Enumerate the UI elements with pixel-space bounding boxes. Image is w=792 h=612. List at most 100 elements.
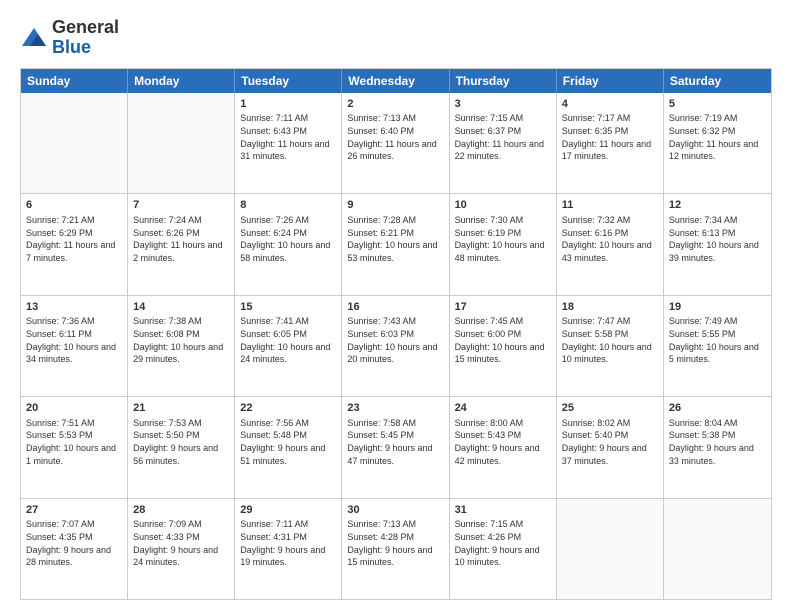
calendar-cell: 14Sunrise: 7:38 AM Sunset: 6:08 PM Dayli… [128, 296, 235, 396]
day-number: 9 [347, 198, 443, 213]
calendar-cell: 8Sunrise: 7:26 AM Sunset: 6:24 PM Daylig… [235, 194, 342, 294]
calendar-cell: 13Sunrise: 7:36 AM Sunset: 6:11 PM Dayli… [21, 296, 128, 396]
day-info: Sunrise: 7:43 AM Sunset: 6:03 PM Dayligh… [347, 315, 443, 365]
day-number: 13 [26, 300, 122, 315]
calendar-week-2: 6Sunrise: 7:21 AM Sunset: 6:29 PM Daylig… [21, 194, 771, 295]
calendar-cell: 11Sunrise: 7:32 AM Sunset: 6:16 PM Dayli… [557, 194, 664, 294]
calendar-header: SundayMondayTuesdayWednesdayThursdayFrid… [21, 69, 771, 93]
day-info: Sunrise: 7:41 AM Sunset: 6:05 PM Dayligh… [240, 315, 336, 365]
day-number: 12 [669, 198, 766, 213]
calendar-cell: 28Sunrise: 7:09 AM Sunset: 4:33 PM Dayli… [128, 499, 235, 599]
day-number: 15 [240, 300, 336, 315]
calendar-body: 1Sunrise: 7:11 AM Sunset: 6:43 PM Daylig… [21, 93, 771, 599]
calendar-week-4: 20Sunrise: 7:51 AM Sunset: 5:53 PM Dayli… [21, 397, 771, 498]
day-number: 1 [240, 97, 336, 112]
day-info: Sunrise: 7:28 AM Sunset: 6:21 PM Dayligh… [347, 214, 443, 264]
day-info: Sunrise: 7:58 AM Sunset: 5:45 PM Dayligh… [347, 417, 443, 467]
logo: General Blue [20, 18, 119, 58]
day-info: Sunrise: 7:47 AM Sunset: 5:58 PM Dayligh… [562, 315, 658, 365]
day-number: 26 [669, 401, 766, 416]
day-info: Sunrise: 7:56 AM Sunset: 5:48 PM Dayligh… [240, 417, 336, 467]
calendar-cell: 24Sunrise: 8:00 AM Sunset: 5:43 PM Dayli… [450, 397, 557, 497]
day-info: Sunrise: 7:45 AM Sunset: 6:00 PM Dayligh… [455, 315, 551, 365]
day-info: Sunrise: 7:15 AM Sunset: 4:26 PM Dayligh… [455, 518, 551, 568]
calendar-cell: 30Sunrise: 7:13 AM Sunset: 4:28 PM Dayli… [342, 499, 449, 599]
header: General Blue [20, 18, 772, 58]
calendar-cell: 10Sunrise: 7:30 AM Sunset: 6:19 PM Dayli… [450, 194, 557, 294]
calendar-cell: 26Sunrise: 8:04 AM Sunset: 5:38 PM Dayli… [664, 397, 771, 497]
day-info: Sunrise: 7:13 AM Sunset: 4:28 PM Dayligh… [347, 518, 443, 568]
calendar-cell: 17Sunrise: 7:45 AM Sunset: 6:00 PM Dayli… [450, 296, 557, 396]
day-info: Sunrise: 7:34 AM Sunset: 6:13 PM Dayligh… [669, 214, 766, 264]
day-number: 25 [562, 401, 658, 416]
calendar-cell [664, 499, 771, 599]
day-header-sunday: Sunday [21, 69, 128, 93]
day-number: 22 [240, 401, 336, 416]
day-info: Sunrise: 7:38 AM Sunset: 6:08 PM Dayligh… [133, 315, 229, 365]
calendar-week-3: 13Sunrise: 7:36 AM Sunset: 6:11 PM Dayli… [21, 296, 771, 397]
logo-general: General [52, 17, 119, 37]
day-info: Sunrise: 7:11 AM Sunset: 6:43 PM Dayligh… [240, 112, 336, 162]
calendar-cell: 3Sunrise: 7:15 AM Sunset: 6:37 PM Daylig… [450, 93, 557, 193]
day-header-wednesday: Wednesday [342, 69, 449, 93]
day-number: 30 [347, 503, 443, 518]
day-number: 20 [26, 401, 122, 416]
calendar-cell: 15Sunrise: 7:41 AM Sunset: 6:05 PM Dayli… [235, 296, 342, 396]
calendar-week-1: 1Sunrise: 7:11 AM Sunset: 6:43 PM Daylig… [21, 93, 771, 194]
day-number: 21 [133, 401, 229, 416]
day-header-thursday: Thursday [450, 69, 557, 93]
calendar-cell: 25Sunrise: 8:02 AM Sunset: 5:40 PM Dayli… [557, 397, 664, 497]
day-number: 23 [347, 401, 443, 416]
calendar-cell: 21Sunrise: 7:53 AM Sunset: 5:50 PM Dayli… [128, 397, 235, 497]
day-info: Sunrise: 7:30 AM Sunset: 6:19 PM Dayligh… [455, 214, 551, 264]
day-number: 8 [240, 198, 336, 213]
day-number: 14 [133, 300, 229, 315]
day-info: Sunrise: 7:15 AM Sunset: 6:37 PM Dayligh… [455, 112, 551, 162]
day-number: 2 [347, 97, 443, 112]
calendar-cell: 4Sunrise: 7:17 AM Sunset: 6:35 PM Daylig… [557, 93, 664, 193]
day-number: 19 [669, 300, 766, 315]
day-info: Sunrise: 7:07 AM Sunset: 4:35 PM Dayligh… [26, 518, 122, 568]
page: General Blue SundayMondayTuesdayWednesda… [0, 0, 792, 612]
day-info: Sunrise: 7:19 AM Sunset: 6:32 PM Dayligh… [669, 112, 766, 162]
day-header-saturday: Saturday [664, 69, 771, 93]
day-number: 11 [562, 198, 658, 213]
day-number: 17 [455, 300, 551, 315]
day-info: Sunrise: 7:24 AM Sunset: 6:26 PM Dayligh… [133, 214, 229, 264]
calendar-cell: 16Sunrise: 7:43 AM Sunset: 6:03 PM Dayli… [342, 296, 449, 396]
calendar-cell: 5Sunrise: 7:19 AM Sunset: 6:32 PM Daylig… [664, 93, 771, 193]
day-info: Sunrise: 7:53 AM Sunset: 5:50 PM Dayligh… [133, 417, 229, 467]
calendar-cell: 23Sunrise: 7:58 AM Sunset: 5:45 PM Dayli… [342, 397, 449, 497]
calendar-cell: 27Sunrise: 7:07 AM Sunset: 4:35 PM Dayli… [21, 499, 128, 599]
day-info: Sunrise: 8:04 AM Sunset: 5:38 PM Dayligh… [669, 417, 766, 467]
day-number: 3 [455, 97, 551, 112]
day-number: 7 [133, 198, 229, 213]
calendar-cell: 6Sunrise: 7:21 AM Sunset: 6:29 PM Daylig… [21, 194, 128, 294]
calendar-cell [557, 499, 664, 599]
calendar-cell: 7Sunrise: 7:24 AM Sunset: 6:26 PM Daylig… [128, 194, 235, 294]
day-info: Sunrise: 7:32 AM Sunset: 6:16 PM Dayligh… [562, 214, 658, 264]
day-number: 16 [347, 300, 443, 315]
calendar-cell [21, 93, 128, 193]
day-info: Sunrise: 7:09 AM Sunset: 4:33 PM Dayligh… [133, 518, 229, 568]
day-info: Sunrise: 7:36 AM Sunset: 6:11 PM Dayligh… [26, 315, 122, 365]
calendar-cell [128, 93, 235, 193]
day-info: Sunrise: 8:00 AM Sunset: 5:43 PM Dayligh… [455, 417, 551, 467]
logo-icon [20, 26, 48, 50]
calendar-cell: 9Sunrise: 7:28 AM Sunset: 6:21 PM Daylig… [342, 194, 449, 294]
calendar-cell: 2Sunrise: 7:13 AM Sunset: 6:40 PM Daylig… [342, 93, 449, 193]
day-info: Sunrise: 7:51 AM Sunset: 5:53 PM Dayligh… [26, 417, 122, 467]
calendar-cell: 31Sunrise: 7:15 AM Sunset: 4:26 PM Dayli… [450, 499, 557, 599]
day-number: 27 [26, 503, 122, 518]
day-number: 31 [455, 503, 551, 518]
day-number: 6 [26, 198, 122, 213]
calendar-cell: 12Sunrise: 7:34 AM Sunset: 6:13 PM Dayli… [664, 194, 771, 294]
day-info: Sunrise: 7:11 AM Sunset: 4:31 PM Dayligh… [240, 518, 336, 568]
logo-text: General Blue [52, 18, 119, 58]
day-header-tuesday: Tuesday [235, 69, 342, 93]
day-number: 5 [669, 97, 766, 112]
day-number: 28 [133, 503, 229, 518]
day-info: Sunrise: 7:26 AM Sunset: 6:24 PM Dayligh… [240, 214, 336, 264]
day-info: Sunrise: 7:13 AM Sunset: 6:40 PM Dayligh… [347, 112, 443, 162]
day-info: Sunrise: 7:21 AM Sunset: 6:29 PM Dayligh… [26, 214, 122, 264]
